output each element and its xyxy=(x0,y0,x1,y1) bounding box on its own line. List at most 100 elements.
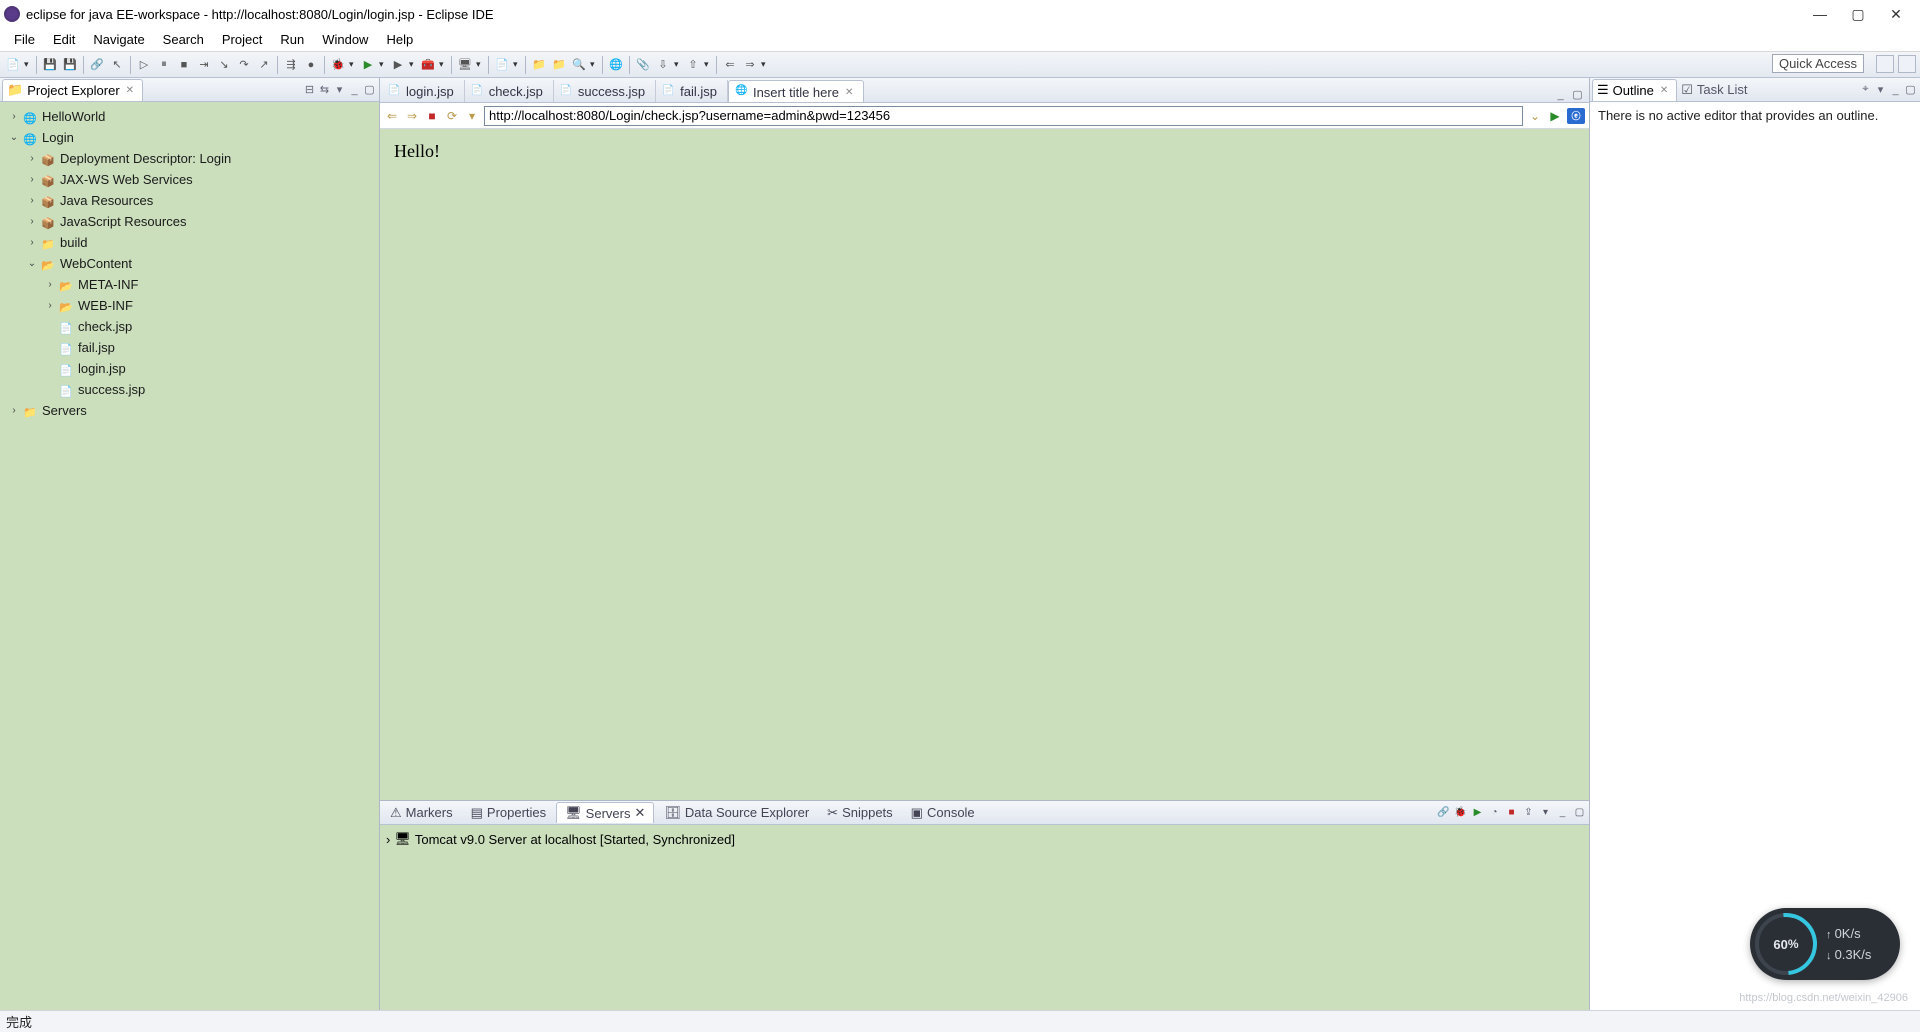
run-last-icon[interactable]: ▶ xyxy=(389,56,407,74)
server-debug-icon[interactable]: 🐞 xyxy=(1453,805,1468,820)
minimize-icon[interactable]: _ xyxy=(347,82,362,97)
tree-row[interactable]: ›JAX-WS Web Services xyxy=(2,169,377,190)
link-icon[interactable]: 🔗 xyxy=(88,56,106,74)
tree-row[interactable]: ›META-INF xyxy=(2,274,377,295)
menu-edit[interactable]: Edit xyxy=(45,30,83,49)
open-external-icon[interactable]: ⓔ xyxy=(1567,108,1585,124)
minimize-icon[interactable]: _ xyxy=(1888,82,1903,97)
open-task-icon[interactable]: 📁 xyxy=(550,56,568,74)
step-into-icon[interactable]: ↘ xyxy=(215,56,233,74)
tree-row[interactable]: ⌄Login xyxy=(2,127,377,148)
minimize-icon[interactable]: _ xyxy=(1555,805,1570,820)
tree-row[interactable]: success.jsp xyxy=(2,379,377,400)
close-icon[interactable]: ✕ xyxy=(126,85,134,96)
outline-tab[interactable]: ☰ Outline ✕ xyxy=(1592,79,1677,101)
annotation-icon[interactable]: 📎 xyxy=(634,56,652,74)
minimize-button[interactable]: — xyxy=(1808,2,1832,26)
maximize-editor-icon[interactable]: ▢ xyxy=(1570,87,1585,102)
ext-tools-dropdown[interactable]: ▾ xyxy=(439,59,447,70)
chevron-icon[interactable]: › xyxy=(44,279,56,290)
close-icon[interactable]: ✕ xyxy=(634,805,645,821)
terminate-icon[interactable]: ■ xyxy=(175,56,193,74)
run-dropdown[interactable]: ▾ xyxy=(379,59,387,70)
close-icon[interactable]: ✕ xyxy=(1660,85,1668,96)
forward-icon[interactable]: ⇒ xyxy=(741,56,759,74)
maximize-icon[interactable]: ▢ xyxy=(1572,805,1587,820)
perspective-jee-icon[interactable] xyxy=(1876,55,1894,73)
tree-row[interactable]: ›build xyxy=(2,232,377,253)
chevron-icon[interactable]: › xyxy=(8,405,20,416)
save-all-icon[interactable]: 💾 xyxy=(61,56,79,74)
step-return-icon[interactable]: ↗ xyxy=(255,56,273,74)
server-start-icon[interactable]: ▶ xyxy=(1470,805,1485,820)
step-over-icon[interactable]: ↷ xyxy=(235,56,253,74)
editor-tab-check[interactable]: 📄check.jsp xyxy=(465,80,554,102)
editor-tab-browser[interactable]: 🌐Insert title here✕ xyxy=(728,80,864,102)
new-server-dropdown[interactable]: ▾ xyxy=(476,59,484,70)
tree-row[interactable]: ›Java Resources xyxy=(2,190,377,211)
new-server-icon[interactable]: 🖥 xyxy=(456,56,474,74)
focus-icon[interactable]: ⌖ xyxy=(1858,82,1873,97)
maximize-icon[interactable]: ▢ xyxy=(362,82,377,97)
collapse-all-icon[interactable]: ⊟ xyxy=(302,82,317,97)
cursor-icon[interactable]: ↖ xyxy=(108,56,126,74)
maximize-icon[interactable]: ▢ xyxy=(1903,82,1918,97)
tab-data-source-explorer[interactable]: 🗄Data Source Explorer xyxy=(656,803,817,823)
tab-snippets[interactable]: ✂Snippets xyxy=(819,803,901,823)
task-list-tab[interactable]: ☑ Task List xyxy=(1677,79,1755,101)
web-icon[interactable]: 🌐 xyxy=(607,56,625,74)
next-annotation-dropdown[interactable]: ▾ xyxy=(674,59,682,70)
run-last-dropdown[interactable]: ▾ xyxy=(409,59,417,70)
menu-window[interactable]: Window xyxy=(314,30,376,49)
menu-run[interactable]: Run xyxy=(272,30,312,49)
close-button[interactable]: ✕ xyxy=(1884,2,1908,26)
back-icon[interactable]: ⇐ xyxy=(721,56,739,74)
project-tree[interactable]: ›HelloWorld⌄Login›Deployment Descriptor:… xyxy=(0,102,379,1010)
search-dropdown[interactable]: ▾ xyxy=(590,59,598,70)
browser-back-icon[interactable]: ⇐ xyxy=(384,108,400,124)
tab-properties[interactable]: ▤Properties xyxy=(463,803,555,823)
menu-file[interactable]: File xyxy=(6,30,43,49)
chevron-icon[interactable]: › xyxy=(26,195,38,206)
tree-row[interactable]: ›WEB-INF xyxy=(2,295,377,316)
tree-row[interactable]: ›HelloWorld xyxy=(2,106,377,127)
save-icon[interactable]: 💾 xyxy=(41,56,59,74)
debug-dropdown[interactable]: ▾ xyxy=(349,59,357,70)
tree-row[interactable]: ›JavaScript Resources xyxy=(2,211,377,232)
tree-row[interactable]: check.jsp xyxy=(2,316,377,337)
search-icon[interactable]: 🔍 xyxy=(570,56,588,74)
prev-annotation-icon[interactable]: ⇧ xyxy=(684,56,702,74)
tab-servers[interactable]: 🖥Servers✕ xyxy=(556,802,654,823)
view-menu-icon[interactable]: ▾ xyxy=(1873,82,1888,97)
chevron-icon[interactable]: ⌄ xyxy=(8,132,20,143)
menu-project[interactable]: Project xyxy=(214,30,270,49)
debug-icon[interactable]: 🐞 xyxy=(329,56,347,74)
resume-icon[interactable]: ▷ xyxy=(135,56,153,74)
prev-annotation-dropdown[interactable]: ▾ xyxy=(704,59,712,70)
tab-console[interactable]: ▣Console xyxy=(903,803,983,823)
chevron-icon[interactable]: › xyxy=(8,111,20,122)
project-explorer-tab[interactable]: 📁 Project Explorer ✕ xyxy=(2,79,143,101)
perspective-java-icon[interactable] xyxy=(1898,55,1916,73)
view-menu-icon[interactable]: ▾ xyxy=(332,82,347,97)
next-annotation-icon[interactable]: ⇩ xyxy=(654,56,672,74)
minimize-editor-icon[interactable]: _ xyxy=(1553,87,1568,102)
tree-row[interactable]: ⌄WebContent xyxy=(2,253,377,274)
run-icon[interactable]: ▶ xyxy=(359,56,377,74)
forward-dropdown[interactable]: ▾ xyxy=(761,59,769,70)
browser-refresh-icon[interactable]: ⟳ xyxy=(444,108,460,124)
chevron-icon[interactable]: ⌄ xyxy=(26,258,38,269)
menu-search[interactable]: Search xyxy=(155,30,212,49)
tree-row[interactable]: login.jsp xyxy=(2,358,377,379)
new-jsp-icon[interactable]: 📄 xyxy=(493,56,511,74)
open-type-icon[interactable]: 📁 xyxy=(530,56,548,74)
view-menu-icon[interactable]: ▾ xyxy=(1538,805,1553,820)
chevron-icon[interactable]: › xyxy=(44,300,56,311)
close-icon[interactable]: ✕ xyxy=(845,87,853,98)
browser-stop-icon[interactable]: ■ xyxy=(424,108,440,124)
tree-row[interactable]: ›Servers xyxy=(2,400,377,421)
suspend-icon[interactable]: ⏸ xyxy=(155,56,173,74)
chevron-icon[interactable]: › xyxy=(386,832,390,847)
tree-row[interactable]: ›Deployment Descriptor: Login xyxy=(2,148,377,169)
go-icon[interactable]: ▶ xyxy=(1547,108,1563,124)
